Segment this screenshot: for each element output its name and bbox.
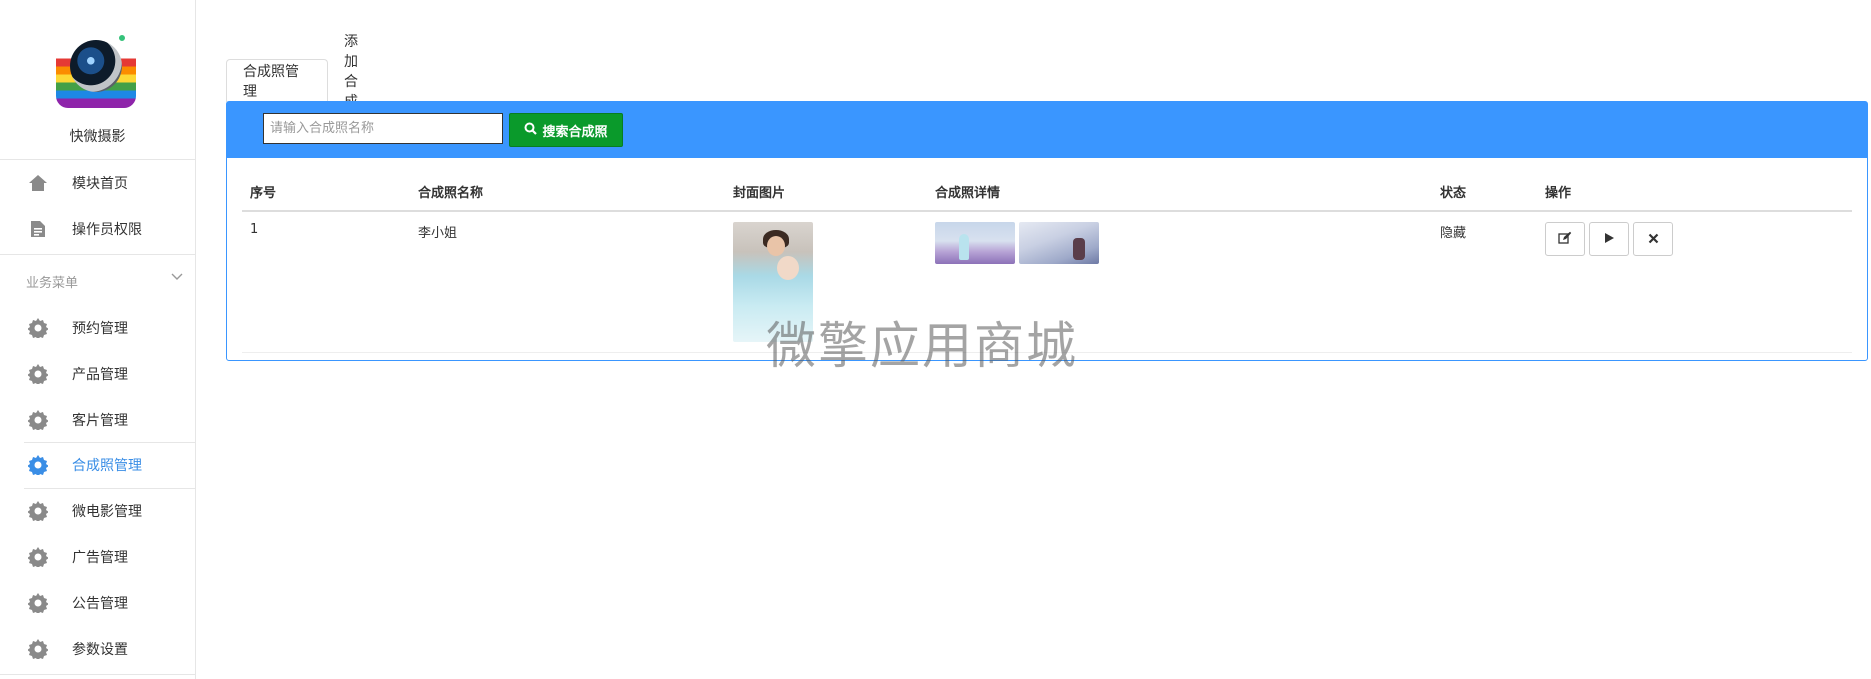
column-header-status: 状态 bbox=[1432, 173, 1537, 212]
sidebar-item-label: 产品管理 bbox=[72, 367, 128, 383]
sidebar-item-label: 广告管理 bbox=[72, 550, 128, 566]
section-title: 业务菜单 bbox=[26, 276, 79, 291]
play-button[interactable] bbox=[1589, 222, 1629, 256]
divider bbox=[0, 254, 196, 255]
sidebar-item-label: 参数设置 bbox=[72, 642, 128, 658]
app-logo bbox=[56, 28, 136, 108]
column-header-actions: 操作 bbox=[1537, 173, 1852, 212]
sidebar-item-home[interactable]: 模块首页 bbox=[0, 160, 196, 206]
gear-icon bbox=[28, 593, 48, 613]
gear-icon bbox=[28, 364, 48, 384]
edit-button[interactable] bbox=[1545, 222, 1585, 256]
sidebar-item-operator-permissions[interactable]: 操作员权限 bbox=[0, 206, 196, 252]
divider bbox=[0, 674, 196, 675]
detail-image[interactable] bbox=[1019, 222, 1099, 264]
document-icon bbox=[28, 219, 48, 239]
sidebar-item-reservations[interactable]: 预约管理 bbox=[0, 305, 196, 351]
column-header-cover: 封面图片 bbox=[725, 173, 927, 212]
sidebar-item-label: 微电影管理 bbox=[72, 504, 142, 520]
row-index: 1 bbox=[242, 211, 410, 353]
row-name: 李小姐 bbox=[410, 211, 725, 353]
edit-icon bbox=[1558, 231, 1572, 248]
detail-image[interactable] bbox=[935, 222, 1015, 264]
sidebar-item-label: 公告管理 bbox=[72, 596, 128, 612]
search-button-label: 搜索合成照 bbox=[542, 124, 608, 140]
table-row: 1 李小姐 隐藏 bbox=[242, 211, 1852, 353]
column-header-details: 合成照详情 bbox=[927, 173, 1432, 212]
gear-icon bbox=[28, 318, 48, 338]
app-name: 快微摄影 bbox=[69, 129, 126, 145]
sidebar-item-composite-photos[interactable]: 合成照管理 bbox=[0, 442, 196, 488]
search-button[interactable]: 搜索合成照 bbox=[509, 113, 623, 147]
sidebar-item-client-photos[interactable]: 客片管理 bbox=[0, 397, 196, 443]
content-panel: 搜索合成照 序号 合成照名称 封面图片 合成照详情 状态 操作 1 李小姐 bbox=[226, 101, 1868, 361]
close-icon bbox=[1648, 232, 1659, 247]
sidebar-item-products[interactable]: 产品管理 bbox=[0, 351, 196, 397]
sidebar-item-label: 合成照管理 bbox=[72, 458, 142, 474]
logo-area: 快微摄影 bbox=[0, 0, 195, 160]
column-header-name: 合成照名称 bbox=[410, 173, 725, 212]
row-status: 隐藏 bbox=[1432, 211, 1537, 353]
sidebar-item-label: 模块首页 bbox=[72, 176, 128, 192]
home-icon bbox=[28, 173, 48, 193]
tab-composite-photo-management[interactable]: 合成照管理 bbox=[226, 59, 328, 102]
gear-icon bbox=[28, 501, 48, 521]
search-input[interactable] bbox=[263, 113, 503, 144]
delete-button[interactable] bbox=[1633, 222, 1673, 256]
sidebar-item-announcements[interactable]: 公告管理 bbox=[0, 580, 196, 626]
sidebar-item-label: 预约管理 bbox=[72, 321, 128, 337]
chevron-down-icon[interactable] bbox=[170, 270, 184, 284]
sidebar-item-settings[interactable]: 参数设置 bbox=[0, 626, 196, 672]
gear-icon bbox=[28, 410, 48, 430]
play-icon bbox=[1603, 232, 1615, 247]
search-bar: 搜索合成照 bbox=[227, 102, 1867, 158]
column-header-index: 序号 bbox=[242, 173, 410, 212]
sidebar-item-label: 操作员权限 bbox=[72, 222, 142, 238]
gear-icon bbox=[28, 639, 48, 659]
gear-icon bbox=[28, 547, 48, 567]
sidebar-item-label: 客片管理 bbox=[72, 413, 128, 429]
cover-image[interactable] bbox=[733, 222, 813, 342]
sidebar-item-micro-films[interactable]: 微电影管理 bbox=[0, 488, 196, 534]
camera-lens-icon bbox=[70, 40, 122, 92]
search-icon bbox=[524, 122, 538, 139]
composite-photo-table: 序号 合成照名称 封面图片 合成照详情 状态 操作 1 李小姐 隐藏 bbox=[242, 173, 1852, 353]
sidebar-item-ads[interactable]: 广告管理 bbox=[0, 534, 196, 580]
gear-icon bbox=[28, 455, 48, 475]
table-header-row: 序号 合成照名称 封面图片 合成照详情 状态 操作 bbox=[242, 173, 1852, 212]
sidebar: 快微摄影 模块首页 操作员权限 业务菜单 预约管理 产品管理 客片管理 合成照管… bbox=[0, 0, 196, 679]
tab-add-composite-photo[interactable]: 添加合成照 bbox=[328, 34, 374, 130]
row-actions bbox=[1545, 222, 1852, 256]
detail-images bbox=[935, 222, 1432, 264]
